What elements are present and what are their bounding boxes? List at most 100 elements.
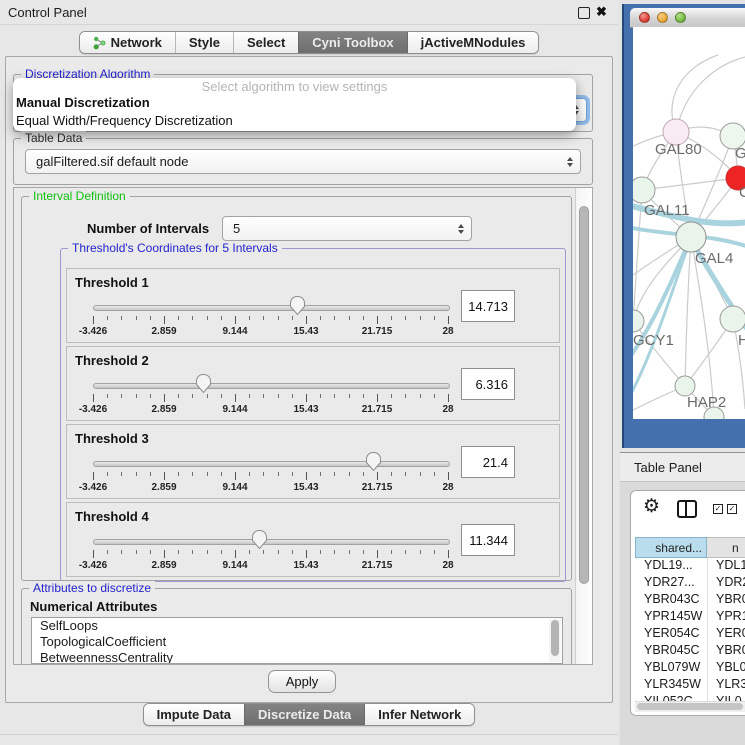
table-row[interactable]: YDL19...YDL1 bbox=[635, 558, 745, 575]
columns-icon[interactable] bbox=[677, 500, 697, 518]
slider-thumb[interactable] bbox=[251, 529, 268, 550]
algorithm-option-equal-width[interactable]: Equal Width/Frequency Discretization bbox=[13, 112, 576, 130]
tab-select[interactable]: Select bbox=[233, 32, 298, 53]
tick-label: 28 bbox=[442, 482, 453, 493]
control-panel-window: Control Panel ✖ Network Style Select bbox=[0, 0, 618, 745]
tick-label: 9.144 bbox=[222, 482, 247, 493]
slider-thumb[interactable] bbox=[289, 295, 306, 316]
apply-button[interactable]: Apply bbox=[268, 670, 336, 693]
close-traffic-light-icon[interactable] bbox=[639, 12, 650, 23]
table-data-combobox[interactable]: galFiltered.sif default node bbox=[25, 149, 581, 174]
cell-name[interactable]: YLR3 bbox=[707, 677, 745, 694]
scrollbar-thumb[interactable] bbox=[551, 620, 559, 656]
slider-tick-labels: -3.4262.8599.14415.4321.71528 bbox=[93, 560, 448, 572]
slider-track[interactable] bbox=[93, 461, 450, 467]
cell-name[interactable]: YBL0 bbox=[707, 660, 745, 677]
gear-icon[interactable]: ⚙ bbox=[643, 495, 660, 518]
attribute-list-item[interactable]: SelfLoops bbox=[32, 618, 562, 634]
network-edge[interactable] bbox=[676, 57, 745, 132]
table-row[interactable]: YPR145WYPR1 bbox=[635, 609, 745, 626]
threshold-value-box[interactable]: 6.316 bbox=[461, 368, 515, 400]
network-node[interactable] bbox=[676, 222, 706, 252]
network-window-titlebar[interactable] bbox=[630, 8, 745, 28]
num-intervals-combobox[interactable]: 5 bbox=[222, 216, 472, 241]
tick-label: 2.859 bbox=[151, 482, 176, 493]
attribute-list-item[interactable]: TopologicalCoefficient bbox=[32, 634, 562, 650]
cell-shared-name[interactable]: YDL19... bbox=[635, 558, 707, 575]
attribute-list-item[interactable]: BetweennessCentrality bbox=[32, 650, 562, 664]
table-row[interactable]: YBR045CYBR0 bbox=[635, 643, 745, 660]
tick-label: -3.426 bbox=[79, 404, 107, 415]
tab-style[interactable]: Style bbox=[175, 32, 233, 53]
settings-vertical-scrollbar[interactable] bbox=[575, 188, 593, 664]
checkbox-icon[interactable]: ✓ bbox=[713, 504, 723, 514]
algorithm-hint-item[interactable]: Select algorithm to view settings bbox=[13, 78, 576, 94]
slider-track[interactable] bbox=[93, 305, 450, 311]
tab-impute-data[interactable]: Impute Data bbox=[144, 704, 244, 725]
threshold-value-box[interactable]: 14.713 bbox=[461, 290, 515, 322]
attributes-scrollbar[interactable] bbox=[549, 619, 561, 662]
thresholds-group-title: Threshold's Coordinates for 5 Intervals bbox=[68, 241, 282, 255]
cell-name[interactable]: YBR0 bbox=[707, 643, 745, 660]
network-node[interactable] bbox=[633, 310, 644, 332]
top-tab-bar: Network Style Select Cyni Toolbox jActiv… bbox=[0, 31, 618, 54]
tick-label: -3.426 bbox=[79, 326, 107, 337]
network-icon bbox=[93, 36, 106, 50]
cell-shared-name[interactable]: YBR043C bbox=[635, 592, 707, 609]
cell-shared-name[interactable]: YBR045C bbox=[635, 643, 707, 660]
cell-shared-name[interactable]: YER054C bbox=[635, 626, 707, 643]
cell-name[interactable]: YPR1 bbox=[707, 609, 745, 626]
tab-jactivemnodules[interactable]: jActiveMNodules bbox=[407, 32, 539, 53]
table-horizontal-scrollbar[interactable] bbox=[635, 701, 745, 712]
threshold-label: Threshold 1 bbox=[75, 275, 149, 290]
tick-label: 21.715 bbox=[362, 326, 393, 337]
float-window-icon[interactable] bbox=[578, 7, 590, 19]
column-header-name[interactable]: n bbox=[707, 537, 745, 558]
slider-track[interactable] bbox=[93, 383, 450, 389]
column-header-shared-name[interactable]: shared... bbox=[635, 537, 707, 558]
threshold-value-box[interactable]: 11.344 bbox=[461, 524, 515, 556]
cell-name[interactable]: YDL1 bbox=[707, 558, 745, 575]
table-row[interactable]: YER054CYER0 bbox=[635, 626, 745, 643]
zoom-traffic-light-icon[interactable] bbox=[675, 12, 686, 23]
tab-cyni-toolbox[interactable]: Cyni Toolbox bbox=[298, 32, 406, 53]
tick-label: 15.43 bbox=[293, 482, 318, 493]
network-edge[interactable] bbox=[642, 178, 738, 190]
cell-name[interactable]: YBR0 bbox=[707, 592, 745, 609]
cell-shared-name[interactable]: YLR345W bbox=[635, 677, 707, 694]
tab-network[interactable]: Network bbox=[80, 32, 175, 53]
threshold-value: 21.4 bbox=[483, 455, 508, 470]
tick-label: 21.715 bbox=[362, 482, 393, 493]
cell-shared-name[interactable]: YPR145W bbox=[635, 609, 707, 626]
tab-infer-network[interactable]: Infer Network bbox=[364, 704, 474, 725]
table-row[interactable]: YDR27...YDR2 bbox=[635, 575, 745, 592]
network-node[interactable] bbox=[633, 177, 655, 203]
scrollbar-thumb[interactable] bbox=[579, 206, 589, 584]
table-data-group: Table Data galFiltered.sif default node bbox=[13, 138, 593, 185]
table-row[interactable]: YBL079WYBL0 bbox=[635, 660, 745, 677]
network-edge[interactable] bbox=[685, 237, 691, 386]
cell-shared-name[interactable]: YBL079W bbox=[635, 660, 707, 677]
cell-shared-name[interactable]: YDR27... bbox=[635, 575, 707, 592]
checkbox-icon[interactable]: ✓ bbox=[727, 504, 737, 514]
network-node[interactable] bbox=[675, 376, 695, 396]
table-data-title: Table Data bbox=[21, 131, 86, 145]
table-row[interactable]: YLR345WYLR3 bbox=[635, 677, 745, 694]
slider-track[interactable] bbox=[93, 539, 450, 545]
threshold-value-box[interactable]: 21.4 bbox=[461, 446, 515, 478]
close-icon[interactable]: ✖ bbox=[596, 4, 607, 20]
minimize-traffic-light-icon[interactable] bbox=[657, 12, 668, 23]
table-row[interactable]: YBR043CYBR0 bbox=[635, 592, 745, 609]
tab-discretize-data[interactable]: Discretize Data bbox=[244, 704, 364, 725]
scrollbar-thumb[interactable] bbox=[637, 703, 743, 710]
combo-spinner-icon bbox=[567, 157, 573, 167]
algorithm-option-manual[interactable]: Manual Discretization bbox=[13, 94, 576, 112]
tick-label: 28 bbox=[442, 404, 453, 415]
network-canvas[interactable]: GAL80G.CGAL11GAL4GCY1HHAP2 bbox=[633, 27, 745, 419]
network-node[interactable] bbox=[720, 306, 745, 332]
slider-thumb[interactable] bbox=[195, 373, 212, 394]
numerical-attributes-list[interactable]: SelfLoopsTopologicalCoefficientBetweenne… bbox=[31, 617, 563, 664]
cell-name[interactable]: YDR2 bbox=[707, 575, 745, 592]
slider-thumb[interactable] bbox=[365, 451, 382, 472]
cell-name[interactable]: YER0 bbox=[707, 626, 745, 643]
